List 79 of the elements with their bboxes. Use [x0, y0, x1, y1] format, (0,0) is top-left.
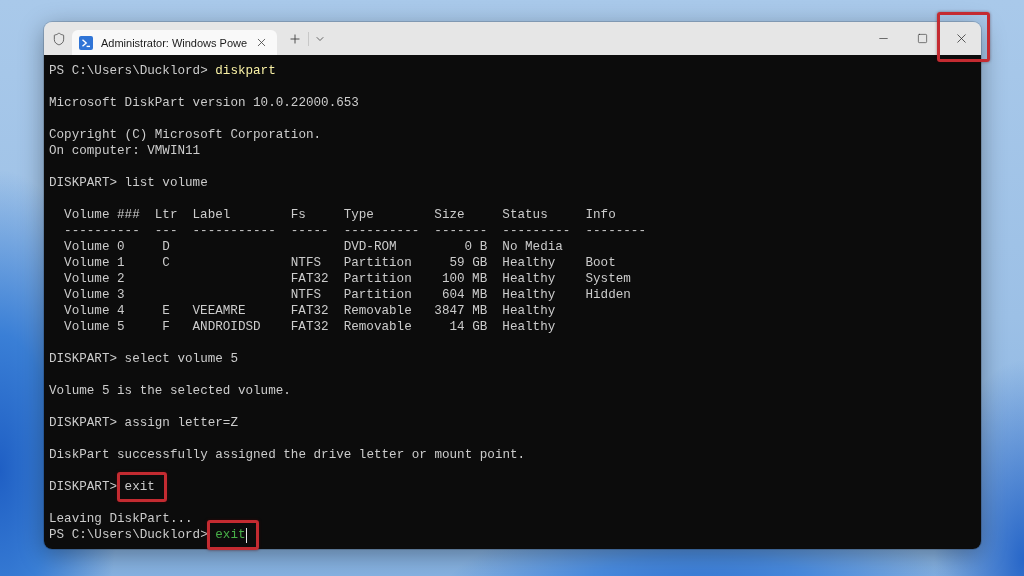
prompt-text: PS C:\Users\Ducklord> [49, 63, 208, 79]
output-text: DiskPart successfully assigned the drive letter or mount point. [49, 447, 526, 463]
table-cell-text: C [161, 255, 170, 271]
table-cell: Removable [343, 303, 412, 319]
column-rule: ------- [434, 223, 488, 239]
terminal-app-icon [79, 35, 93, 50]
column-header: Fs [290, 207, 306, 223]
table-cell: NTFS [290, 287, 322, 303]
table-cell: FAT32 [290, 271, 329, 287]
table-cell-text: E [161, 303, 170, 319]
table-cell: Volume 3 [64, 287, 125, 303]
prompt-text: DISKPART> [49, 175, 118, 191]
command-text: exit [124, 479, 155, 495]
output-text: Volume 5 is the selected volume. [49, 383, 291, 399]
table-cell: 3847 MB [434, 303, 488, 319]
table-cell: DVD-ROM [343, 239, 397, 255]
shield-icon [52, 31, 66, 46]
table-cell: FAT32 [290, 319, 329, 335]
column-header: Info [585, 207, 616, 223]
output-text: Leaving DiskPart... [49, 511, 193, 527]
column-rule: --- [154, 223, 178, 239]
command-text: exit [215, 527, 246, 543]
table-cell: FAT32 [290, 303, 329, 319]
table-cell: Volume 4 [64, 303, 125, 319]
column-header: Ltr [154, 207, 178, 223]
column-rule: ---------- [343, 223, 420, 239]
table-cell: Boot [585, 255, 616, 271]
output-text: Microsoft DiskPart version 10.0.22000.653 [49, 95, 359, 111]
table-cell: Healthy [502, 271, 556, 287]
table-cell: Partition [343, 287, 412, 303]
table-cell: Volume 5 [64, 319, 125, 335]
output-text: On computer: VMWIN11 [49, 143, 201, 159]
command-text: diskpart [215, 63, 276, 79]
prompt-text: PS C:\Users\Ducklord> [49, 527, 208, 543]
maximize-icon [917, 33, 928, 44]
table-cell: VEEAMRE [192, 303, 246, 319]
table-cell: Volume 1 [64, 255, 125, 271]
tab-title: Administrator: Windows Powe [101, 36, 248, 49]
command-text: select volume 5 [124, 351, 238, 367]
table-cell-text: D [161, 239, 170, 255]
column-header: Volume ### [64, 207, 140, 223]
column-rule: ----------- [192, 223, 276, 239]
prompt-text: DISKPART> [49, 415, 118, 431]
output-text: Copyright (C) Microsoft Corporation. [49, 127, 322, 143]
command-text: list volume [124, 175, 208, 191]
table-cell: System [585, 271, 631, 287]
table-cell: Healthy [502, 303, 556, 319]
table-cell: 100 MB [441, 271, 488, 287]
close-icon [954, 31, 969, 46]
table-cell: 0 B [464, 239, 488, 255]
table-cell: Healthy [502, 319, 556, 335]
table-cell: 14 GB [449, 319, 488, 335]
column-rule: --------- [502, 223, 571, 239]
command-text: assign letter=Z [124, 415, 238, 431]
plus-icon [288, 31, 303, 46]
column-rule: ----- [290, 223, 329, 239]
column-header: Label [192, 207, 231, 223]
table-cell: Healthy [502, 287, 556, 303]
table-cell: Healthy [502, 255, 556, 271]
table-cell: 604 MB [441, 287, 488, 303]
prompt-text: DISKPART> [49, 351, 118, 367]
column-header: Type [343, 207, 374, 223]
table-cell: Partition [343, 271, 412, 287]
column-header: Status [502, 207, 548, 223]
table-cell: Volume 0 [64, 239, 125, 255]
table-cell: Hidden [585, 287, 631, 303]
prompt-text: DISKPART> [49, 479, 118, 495]
column-rule: ---------- [64, 223, 140, 239]
table-cell: Removable [343, 319, 412, 335]
column-rule: -------- [585, 223, 646, 239]
tab[interactable]: Administrator: Windows Powe [72, 30, 278, 55]
table-cell: ANDROIDSD [192, 319, 261, 335]
table-cell-text: F [161, 319, 170, 335]
table-cell: NTFS [290, 255, 322, 271]
table-cell: Partition [343, 255, 412, 271]
table-cell: Volume 2 [64, 271, 125, 287]
column-header: Size [434, 207, 465, 223]
table-cell: 59 GB [449, 255, 488, 271]
table-cell: No Media [502, 239, 563, 255]
